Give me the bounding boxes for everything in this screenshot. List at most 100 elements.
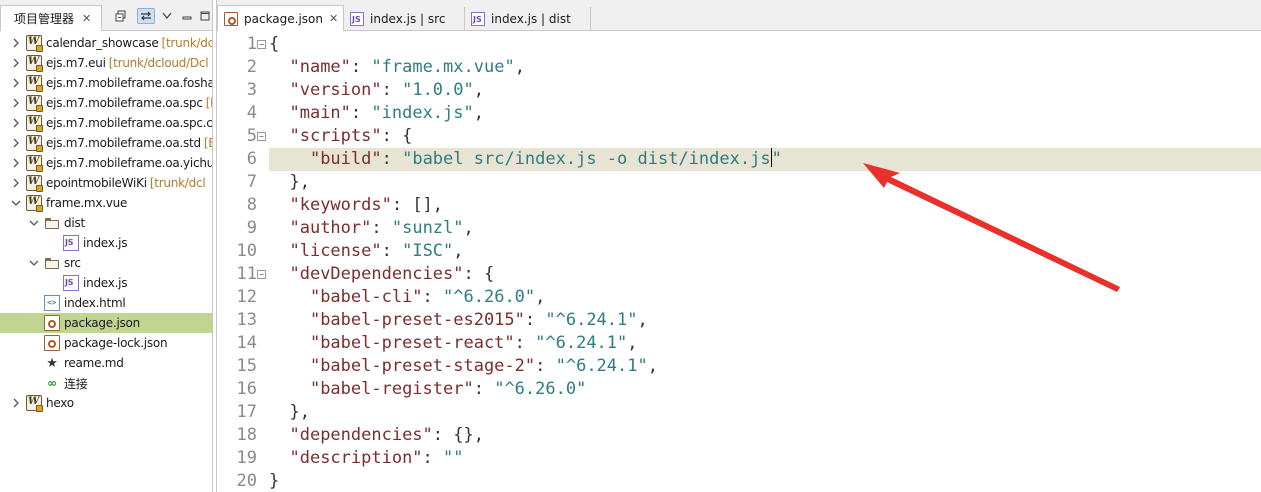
tree-item[interactable]: WepointmobileWiKi [trunk/dcl bbox=[0, 173, 212, 193]
editor-tab[interactable]: JS index.js | src bbox=[344, 7, 465, 31]
json-string: "1.0.0" bbox=[402, 80, 474, 100]
code-text-area[interactable]: { "name": "frame.mx.vue", "version": "1.… bbox=[269, 33, 1261, 492]
chevron-right-icon[interactable] bbox=[10, 77, 22, 89]
chevron-right-icon[interactable] bbox=[10, 57, 22, 69]
chevron-down-icon[interactable] bbox=[28, 257, 40, 269]
line-number: 2 bbox=[246, 57, 257, 77]
tree-item[interactable]: package.json bbox=[0, 313, 212, 333]
chevron-right-icon[interactable] bbox=[10, 117, 22, 129]
project-icon: W bbox=[26, 35, 43, 52]
close-icon[interactable]: ✕ bbox=[82, 12, 91, 25]
fold-toggle-icon[interactable]: − bbox=[257, 132, 266, 141]
maximize-icon[interactable] bbox=[196, 8, 212, 24]
link-with-editor-icon[interactable] bbox=[137, 8, 155, 24]
punctuation bbox=[269, 379, 310, 399]
project-icon: W bbox=[26, 395, 43, 412]
tree-item[interactable]: Wcalendar_showcase[trunk/dcloud/Dc bbox=[0, 33, 212, 53]
json-key: "keywords" bbox=[289, 195, 392, 215]
code-line[interactable]: "devDependencies": { bbox=[269, 263, 1261, 286]
fold-toggle-icon[interactable]: − bbox=[257, 270, 266, 279]
code-line[interactable]: "babel-preset-es2015": "^6.24.1", bbox=[269, 309, 1261, 332]
code-line[interactable]: "version": "1.0.0", bbox=[269, 79, 1261, 102]
tree-item[interactable]: Wejs.m7.mobileframe.oa.yichu bbox=[0, 153, 212, 173]
js-file-icon: JS bbox=[63, 275, 79, 291]
tree-item[interactable]: Wejs.m7.mobileframe.oa.spc[l bbox=[0, 93, 212, 113]
punctuation: : bbox=[422, 448, 444, 468]
chevron-down-icon[interactable] bbox=[10, 197, 22, 209]
editor-tab[interactable]: package.json ✕ bbox=[217, 5, 344, 31]
chevron-right-icon[interactable] bbox=[10, 137, 22, 149]
code-line[interactable]: "keywords": [], bbox=[269, 194, 1261, 217]
code-line[interactable]: "license": "ISC", bbox=[269, 240, 1261, 263]
code-line[interactable]: "name": "frame.mx.vue", bbox=[269, 56, 1261, 79]
code-line[interactable]: { bbox=[269, 33, 1261, 56]
code-line[interactable]: "description": "" bbox=[269, 447, 1261, 470]
code-line[interactable]: }, bbox=[269, 171, 1261, 194]
chevron-right-icon[interactable] bbox=[10, 97, 22, 109]
code-line[interactable]: } bbox=[269, 470, 1261, 492]
project-explorer-panel: 项目管理器 ✕ Wcalendar_showcase[trunk/dcloud/… bbox=[0, 0, 213, 492]
tree-item[interactable]: <> index.html bbox=[0, 293, 212, 313]
tree-item[interactable]: Whexo bbox=[0, 393, 212, 413]
punctuation bbox=[269, 218, 289, 238]
json-key: "babel-preset-stage-2" bbox=[309, 356, 536, 376]
tree-item[interactable]: JS index.js bbox=[0, 273, 212, 293]
minimize-icon[interactable] bbox=[178, 8, 196, 24]
tree-item[interactable]: package-lock.json bbox=[0, 333, 212, 353]
punctuation: : { bbox=[381, 126, 413, 146]
project-icon: W bbox=[26, 95, 43, 112]
tree-item[interactable]: ★ reame.md bbox=[0, 353, 212, 373]
chevron-right-icon[interactable] bbox=[10, 397, 22, 409]
json-key: "babel-cli" bbox=[309, 287, 423, 307]
tree-item-label: ejs.m7.mobileframe.oa.yichu bbox=[46, 156, 212, 170]
punctuation bbox=[269, 333, 310, 353]
tree-item-label: ejs.m7.eui bbox=[46, 56, 106, 70]
chevron-right-icon[interactable] bbox=[10, 177, 22, 189]
tree-item[interactable]: Wejs.m7.mobileframe.oa.std[E bbox=[0, 133, 212, 153]
code-line[interactable]: "babel-preset-stage-2": "^6.24.1", bbox=[269, 355, 1261, 378]
code-line[interactable]: "babel-cli": "^6.26.0", bbox=[269, 286, 1261, 309]
tree-item[interactable]: ∞ 连接 bbox=[0, 373, 212, 393]
punctuation bbox=[269, 149, 310, 169]
chevron-right-icon[interactable] bbox=[10, 37, 22, 49]
code-line[interactable]: "babel-register": "^6.26.0" bbox=[269, 378, 1261, 401]
code-line[interactable]: "main": "index.js", bbox=[269, 102, 1261, 125]
line-number: 9 bbox=[246, 218, 257, 238]
chevron-down-icon[interactable] bbox=[28, 217, 40, 229]
punctuation bbox=[269, 241, 289, 261]
punctuation: , bbox=[535, 287, 546, 307]
tree-item[interactable]: Wejs.m7.eui [trunk/dcloud/Dcl bbox=[0, 53, 212, 73]
tree-item[interactable]: JS index.js bbox=[0, 233, 212, 253]
code-line[interactable]: "dependencies": {}, bbox=[269, 424, 1261, 447]
tree-item[interactable]: Wframe.mx.vue bbox=[0, 193, 212, 213]
chevron-right-icon[interactable] bbox=[10, 157, 22, 169]
code-line[interactable]: "babel-preset-react": "^6.24.1", bbox=[269, 332, 1261, 355]
tree-item[interactable]: Wejs.m7.mobileframe.oa.spc.c bbox=[0, 113, 212, 133]
punctuation: } bbox=[269, 471, 280, 491]
code-line[interactable]: "scripts": { bbox=[269, 125, 1261, 148]
code-line[interactable]: }, bbox=[269, 401, 1261, 424]
code-line[interactable]: "build": "babel src/index.js -o dist/ind… bbox=[269, 148, 1261, 171]
punctuation: : bbox=[381, 241, 403, 261]
close-icon[interactable]: ✕ bbox=[329, 12, 338, 25]
tree-item-label: package.json bbox=[64, 316, 141, 330]
tree-item-decoration: [l bbox=[205, 96, 212, 110]
view-menu-icon[interactable] bbox=[158, 8, 176, 24]
punctuation: }, bbox=[269, 402, 310, 422]
editor-tab[interactable]: JS index.js | dist bbox=[465, 7, 591, 31]
json-key: "license" bbox=[289, 241, 382, 261]
line-number: 4 bbox=[246, 103, 257, 123]
punctuation: , bbox=[637, 310, 648, 330]
json-string: "^6.26.0" bbox=[443, 287, 536, 307]
tree-item-label: hexo bbox=[46, 396, 74, 410]
punctuation: : bbox=[381, 149, 403, 169]
tab-project-explorer[interactable]: 项目管理器 ✕ bbox=[0, 5, 102, 31]
tree-item[interactable]: Wejs.m7.mobileframe.oa.fosha bbox=[0, 73, 212, 93]
json-string: "^6.24.1" bbox=[545, 310, 638, 330]
collapse-all-icon[interactable] bbox=[112, 8, 130, 24]
code-line[interactable]: "author": "sunzl", bbox=[269, 217, 1261, 240]
tree-item[interactable]: dist bbox=[0, 213, 212, 233]
tree-item[interactable]: src bbox=[0, 253, 212, 273]
fold-toggle-icon[interactable]: − bbox=[257, 40, 266, 49]
